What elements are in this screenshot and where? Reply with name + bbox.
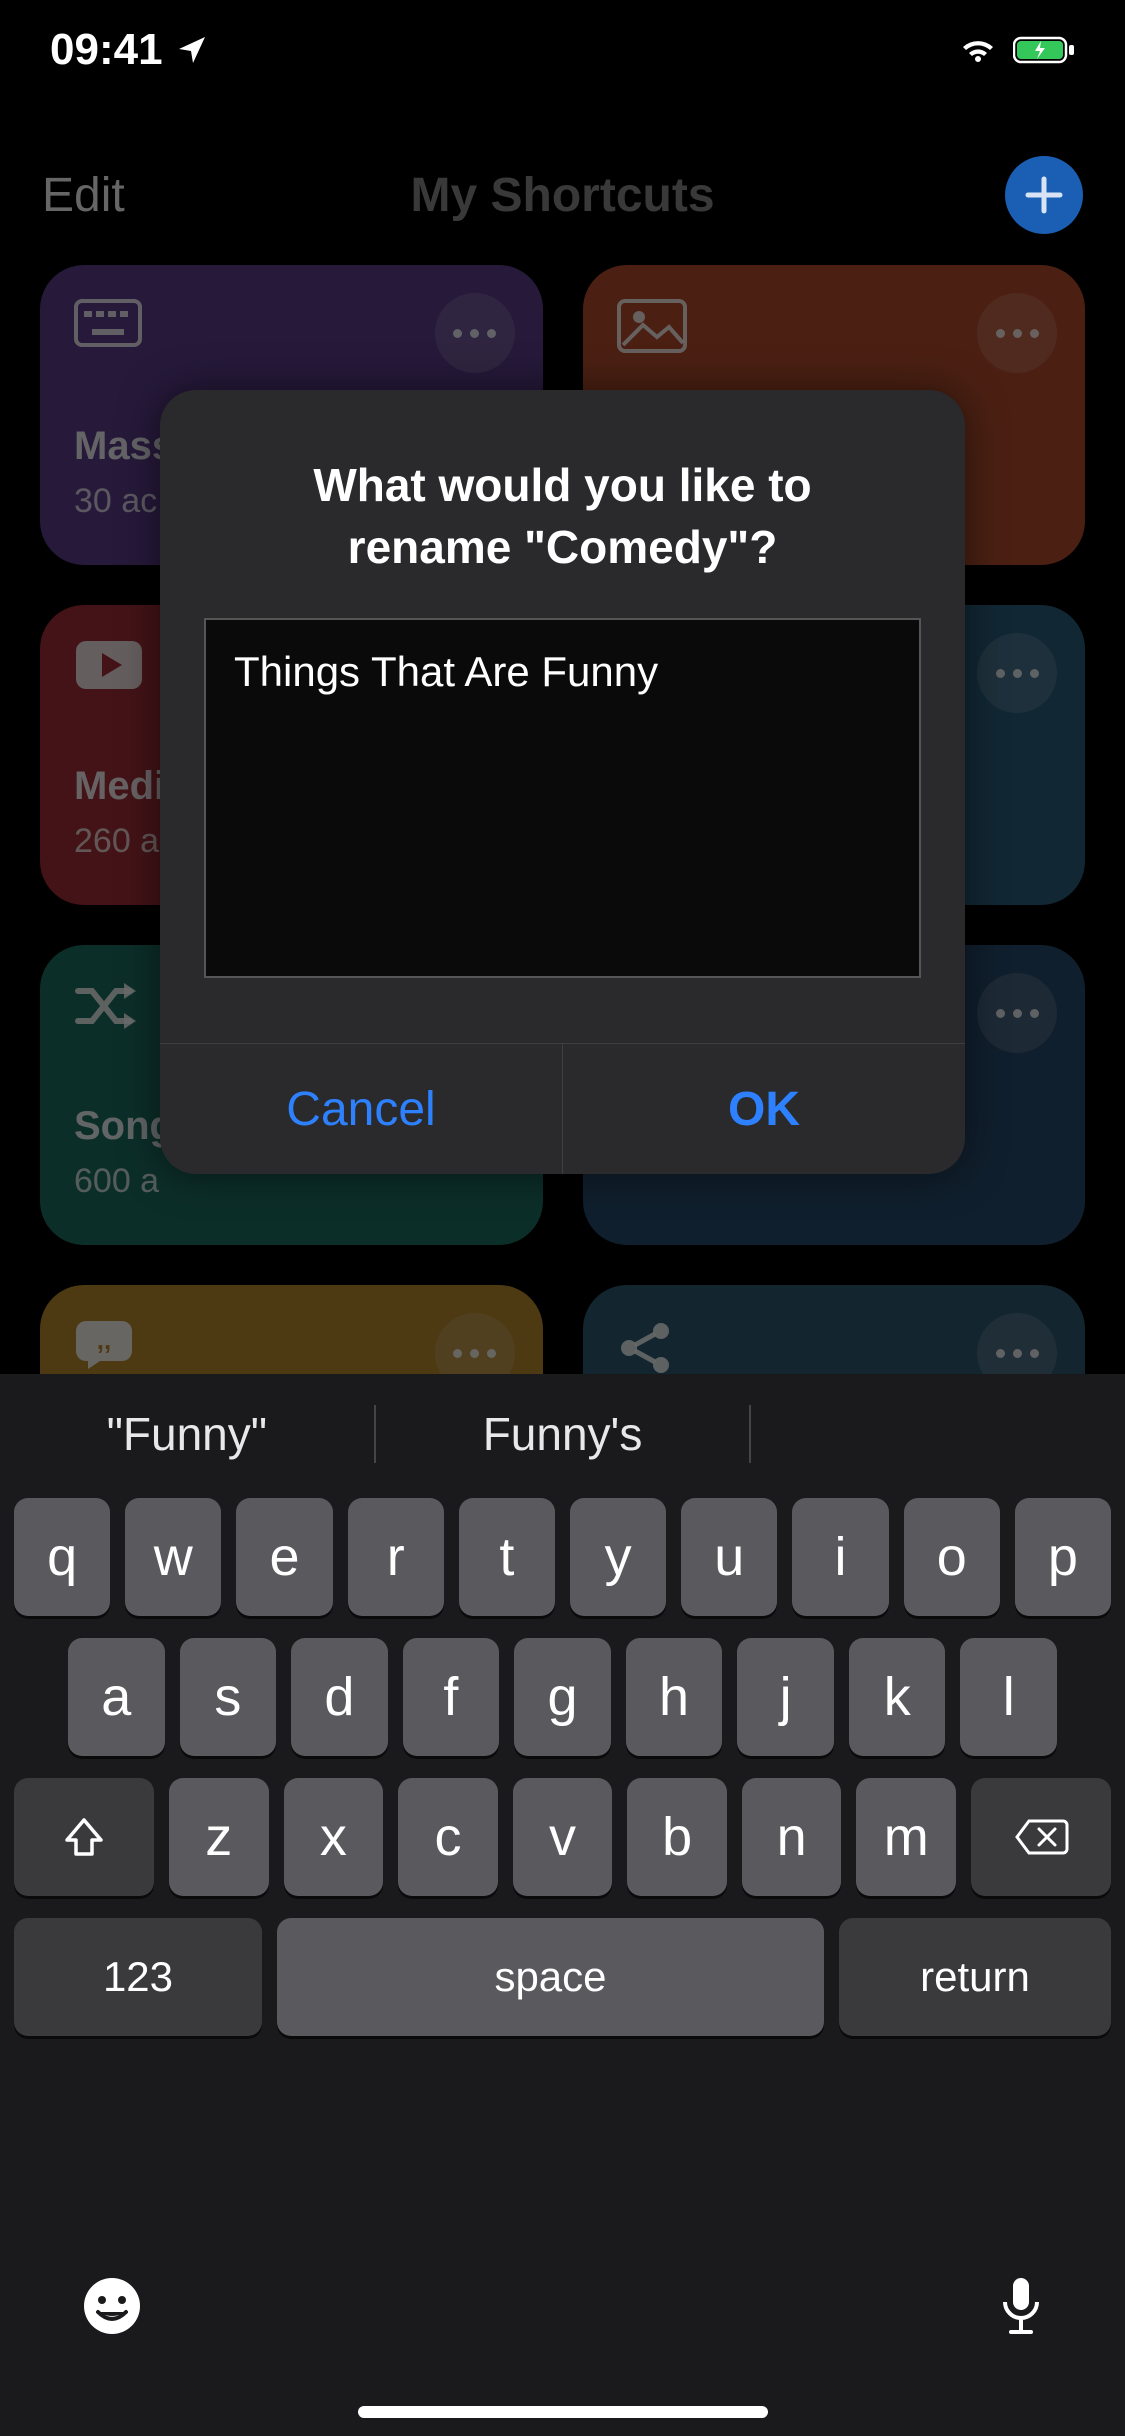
- emoji-key[interactable]: [80, 2274, 144, 2338]
- key-g[interactable]: g: [514, 1638, 611, 1756]
- key-s[interactable]: s: [180, 1638, 277, 1756]
- key-c[interactable]: c: [398, 1778, 498, 1896]
- key-t[interactable]: t: [459, 1498, 555, 1616]
- key-i[interactable]: i: [792, 1498, 888, 1616]
- backspace-icon: [1013, 1817, 1069, 1857]
- key-l[interactable]: l: [960, 1638, 1057, 1756]
- key-a[interactable]: a: [68, 1638, 165, 1756]
- wifi-icon: [957, 34, 999, 66]
- home-indicator[interactable]: [358, 2406, 768, 2418]
- key-z[interactable]: z: [169, 1778, 269, 1896]
- key-b[interactable]: b: [627, 1778, 727, 1896]
- key-j[interactable]: j: [737, 1638, 834, 1756]
- key-d[interactable]: d: [291, 1638, 388, 1756]
- alert-title: What would you like to rename "Comedy"?: [160, 390, 965, 618]
- rename-alert: What would you like to rename "Comedy"? …: [160, 390, 965, 1174]
- key-y[interactable]: y: [570, 1498, 666, 1616]
- key-r[interactable]: r: [348, 1498, 444, 1616]
- status-bar: 09:41: [0, 0, 1125, 100]
- key-m[interactable]: m: [856, 1778, 956, 1896]
- key-n[interactable]: n: [742, 1778, 842, 1896]
- return-key[interactable]: return: [839, 1918, 1111, 2036]
- key-f[interactable]: f: [403, 1638, 500, 1756]
- battery-charging-icon: [1013, 35, 1075, 65]
- add-shortcut-button[interactable]: [1005, 156, 1083, 234]
- suggestion[interactable]: Funny's: [376, 1407, 750, 1461]
- key-q[interactable]: q: [14, 1498, 110, 1616]
- key-v[interactable]: v: [513, 1778, 613, 1896]
- suggestion[interactable]: "Funny": [0, 1407, 374, 1461]
- space-key[interactable]: space: [277, 1918, 824, 2036]
- emoji-icon: [80, 2274, 144, 2338]
- keyboard: "Funny" Funny's qwertyuiop asdfghjkl zxc…: [0, 1374, 1125, 2436]
- status-time: 09:41: [50, 25, 163, 75]
- shift-icon: [61, 1814, 107, 1860]
- cancel-button[interactable]: Cancel: [160, 1044, 562, 1174]
- location-icon: [177, 35, 207, 65]
- ok-button[interactable]: OK: [563, 1044, 965, 1174]
- backspace-key[interactable]: [971, 1778, 1111, 1896]
- rename-input[interactable]: [204, 618, 921, 978]
- alert-title-line: What would you like to: [313, 459, 811, 511]
- key-u[interactable]: u: [681, 1498, 777, 1616]
- plus-icon: [1024, 175, 1064, 215]
- keyboard-suggestions: "Funny" Funny's: [0, 1374, 1125, 1494]
- key-w[interactable]: w: [125, 1498, 221, 1616]
- key-e[interactable]: e: [236, 1498, 332, 1616]
- key-x[interactable]: x: [284, 1778, 384, 1896]
- key-h[interactable]: h: [626, 1638, 723, 1756]
- suggestion-separator: [749, 1405, 751, 1463]
- numbers-key[interactable]: 123: [14, 1918, 262, 2036]
- key-o[interactable]: o: [904, 1498, 1000, 1616]
- microphone-icon: [997, 2274, 1045, 2338]
- shift-key[interactable]: [14, 1778, 154, 1896]
- key-p[interactable]: p: [1015, 1498, 1111, 1616]
- dictation-key[interactable]: [997, 2274, 1045, 2338]
- key-k[interactable]: k: [849, 1638, 946, 1756]
- alert-title-line: rename "Comedy"?: [348, 521, 778, 573]
- edit-button[interactable]: Edit: [42, 168, 125, 223]
